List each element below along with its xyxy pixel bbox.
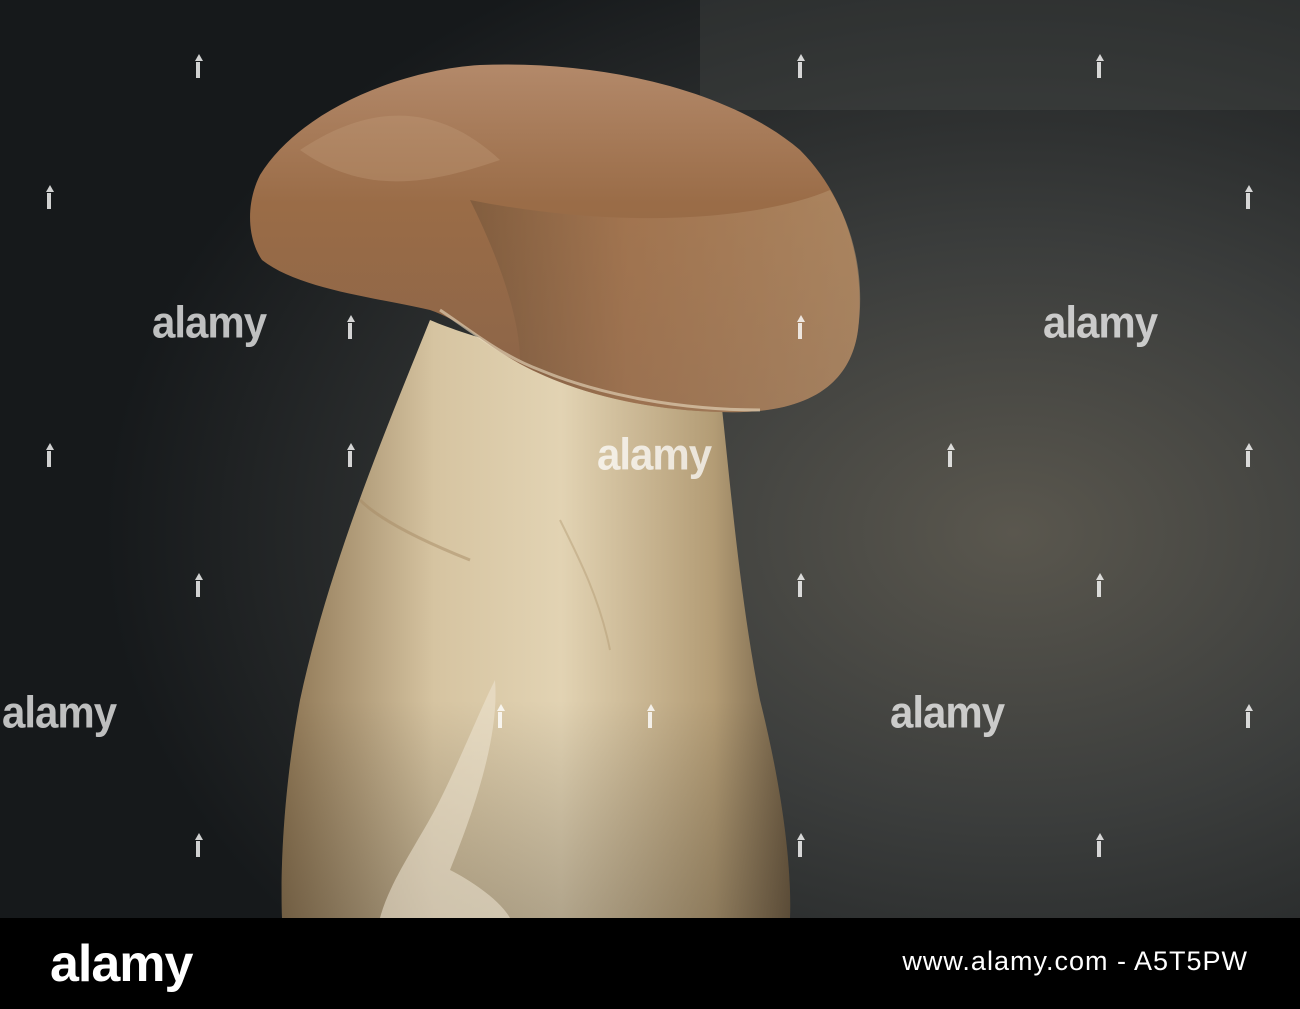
mushroom-photo: alamy alamy alamy alamy alamy — [0, 0, 1300, 918]
footer-logo: alamy — [50, 935, 193, 993]
image-id-label: www.alamy.com - A5T5PW — [902, 946, 1248, 976]
mushroom-illustration — [0, 0, 1300, 918]
background-highlight — [700, 0, 1300, 110]
stock-photo-frame: alamy alamy alamy alamy alamy alamy www.… — [0, 0, 1300, 1009]
footer-bar: alamy www.alamy.com - A5T5PW — [0, 918, 1300, 1009]
